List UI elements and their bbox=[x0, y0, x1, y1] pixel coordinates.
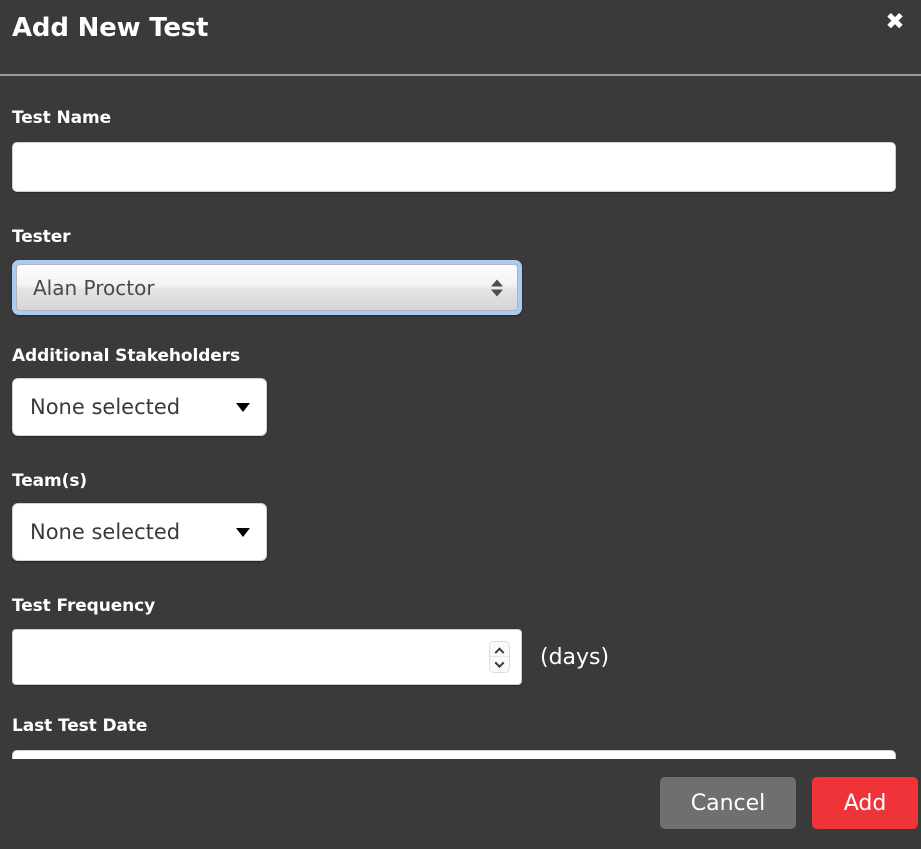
close-icon[interactable]: ✖ bbox=[878, 5, 912, 39]
last-test-date-input[interactable] bbox=[12, 750, 896, 759]
teams-label: Team(s) bbox=[12, 471, 88, 491]
add-button[interactable]: Add bbox=[812, 777, 918, 829]
test-name-label: Test Name bbox=[12, 108, 112, 128]
field-additional-stakeholders: Additional Stakeholders None selected bbox=[12, 346, 267, 436]
test-frequency-input[interactable] bbox=[12, 629, 522, 685]
dialog-body: Test Name Tester Alan Proctor Additional… bbox=[0, 76, 921, 759]
test-frequency-label: Test Frequency bbox=[12, 596, 156, 616]
test-frequency-input-wrap bbox=[12, 629, 522, 685]
teams-value: None selected bbox=[30, 520, 181, 544]
caret-down-icon bbox=[236, 402, 250, 412]
teams-dropdown[interactable]: None selected bbox=[12, 503, 267, 561]
tester-select-inner[interactable]: Alan Proctor bbox=[16, 264, 518, 311]
additional-stakeholders-value: None selected bbox=[30, 395, 181, 419]
test-frequency-row: (days) bbox=[12, 629, 609, 685]
add-new-test-dialog: Add New Test ✖ Test Name Tester Alan Pro… bbox=[0, 0, 921, 849]
caret-down-icon bbox=[236, 527, 250, 537]
tester-select[interactable]: Alan Proctor bbox=[12, 260, 522, 315]
field-teams: Team(s) None selected bbox=[12, 471, 267, 561]
test-frequency-units: (days) bbox=[540, 644, 610, 670]
last-test-date-label: Last Test Date bbox=[12, 716, 148, 736]
field-last-test-date: Last Test Date bbox=[12, 716, 896, 759]
dialog-title: Add New Test bbox=[12, 13, 209, 43]
chevron-up-icon[interactable] bbox=[490, 642, 509, 657]
tester-label: Tester bbox=[12, 227, 71, 247]
chevron-down-icon[interactable] bbox=[490, 657, 509, 672]
cancel-button[interactable]: Cancel bbox=[660, 777, 796, 829]
updown-triangles-icon bbox=[491, 279, 503, 296]
test-frequency-stepper[interactable] bbox=[489, 641, 510, 673]
field-tester: Tester Alan Proctor bbox=[12, 227, 522, 315]
tester-selected-value: Alan Proctor bbox=[33, 275, 155, 300]
additional-stakeholders-dropdown[interactable]: None selected bbox=[12, 378, 267, 436]
dialog-footer: Cancel Add bbox=[0, 759, 921, 849]
field-test-name: Test Name bbox=[12, 108, 896, 192]
additional-stakeholders-label: Additional Stakeholders bbox=[12, 346, 241, 366]
field-test-frequency: Test Frequency (days) bbox=[12, 596, 609, 685]
test-name-input[interactable] bbox=[12, 142, 896, 192]
dialog-header: Add New Test ✖ bbox=[0, 0, 921, 76]
